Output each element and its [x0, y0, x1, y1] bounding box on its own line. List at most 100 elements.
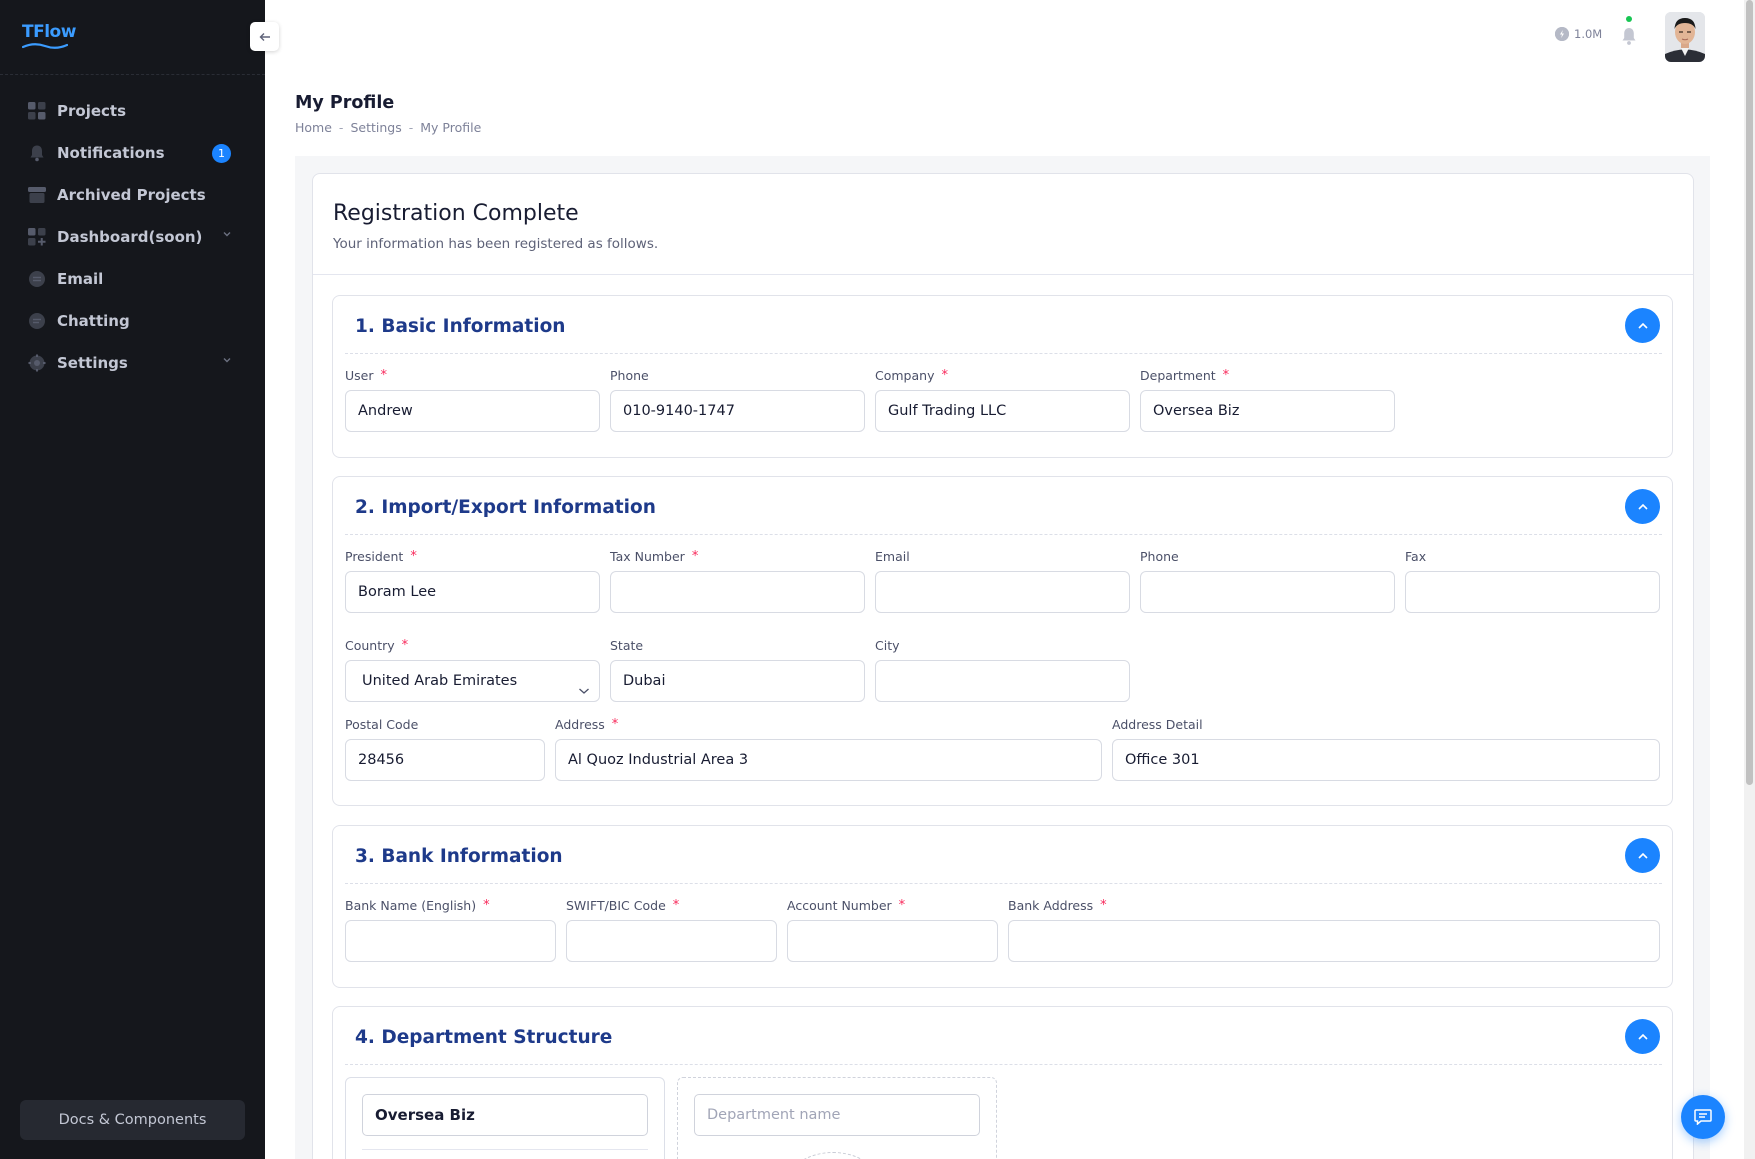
field-account-number: Account Number *: [787, 897, 998, 962]
required-marker: *: [672, 897, 680, 913]
sidebar-item-label: Projects: [57, 102, 127, 120]
sidebar-nav: Projects Notifications 1 Archived Projec…: [0, 90, 265, 384]
sidebar-item-chatting[interactable]: Chatting: [0, 300, 265, 342]
required-marker: *: [1222, 367, 1230, 383]
section-divider: [345, 353, 1662, 354]
add-department-circle[interactable]: [788, 1152, 878, 1159]
sidebar-item-label: Dashboard(soon): [57, 228, 203, 246]
section-title: 3. Bank Information: [355, 846, 563, 867]
chat-icon: [28, 312, 46, 330]
fax-input[interactable]: [1405, 571, 1660, 613]
new-department-name-input[interactable]: Department name: [694, 1094, 980, 1136]
required-marker: *: [380, 367, 388, 383]
sidebar-item-email[interactable]: Email: [0, 258, 265, 300]
sidebar-item-projects[interactable]: Projects: [0, 90, 265, 132]
chevron-down-icon: [222, 229, 232, 239]
sidebar-item-archived-projects[interactable]: Archived Projects: [0, 174, 265, 216]
ie-phone-input[interactable]: [1140, 571, 1395, 613]
header-bell-icon[interactable]: [1620, 26, 1638, 46]
required-marker: *: [691, 548, 699, 564]
chevron-up-icon: [1637, 1033, 1648, 1040]
required-marker: *: [941, 367, 948, 383]
department-input[interactable]: Oversea Biz: [1140, 390, 1395, 432]
required-marker: *: [410, 548, 417, 564]
field-label: Company: [875, 367, 935, 383]
tax-number-input[interactable]: [610, 571, 865, 613]
section-title: 2. Import/Export Information: [355, 497, 656, 518]
postal-code-input[interactable]: 28456: [345, 739, 545, 781]
sidebar-collapse-button[interactable]: [250, 22, 279, 51]
field-label: Phone: [610, 367, 649, 383]
swift-code-input[interactable]: [566, 920, 777, 962]
field-bank-address: Bank Address *: [1008, 897, 1660, 962]
account-number-input[interactable]: [787, 920, 998, 962]
notification-count-badge: 1: [212, 144, 231, 163]
field-address-detail: Address Detail Office 301: [1112, 716, 1660, 781]
phone-input[interactable]: 010-9140-1747: [610, 390, 865, 432]
president-input[interactable]: Boram Lee: [345, 571, 600, 613]
sidebar-item-settings[interactable]: Settings: [0, 342, 265, 384]
field-swift-code: SWIFT/BIC Code *: [566, 897, 777, 962]
arrow-left-icon: [259, 32, 270, 41]
card-subtitle: Your information has been registered as …: [333, 236, 659, 252]
state-input[interactable]: Dubai: [610, 660, 865, 702]
breadcrumb-settings[interactable]: Settings: [350, 120, 401, 135]
sidebar-item-dashboard[interactable]: Dashboard(soon): [0, 216, 265, 258]
breadcrumb-current: My Profile: [420, 120, 482, 135]
address-detail-input[interactable]: Office 301: [1112, 739, 1660, 781]
bank-name-input[interactable]: [345, 920, 556, 962]
collapse-section-button[interactable]: [1625, 1019, 1660, 1054]
required-marker: *: [611, 716, 619, 732]
bell-icon: [28, 144, 46, 162]
field-tax-number: Tax Number *: [610, 548, 865, 613]
collapse-section-button[interactable]: [1625, 838, 1660, 873]
chat-fab-button[interactable]: [1681, 1095, 1725, 1139]
section-divider: [345, 534, 1662, 535]
field-company: Company * Gulf Trading LLC: [875, 367, 1130, 432]
gear-icon: [28, 354, 46, 372]
field-label: Bank Name (English): [345, 897, 477, 913]
collapse-section-button[interactable]: [1625, 308, 1660, 343]
field-label: Address: [555, 716, 605, 732]
department-node-divider: [362, 1149, 648, 1150]
page-title: My Profile: [295, 93, 395, 113]
avatar[interactable]: [1665, 12, 1705, 62]
address-input[interactable]: Al Quoz Industrial Area 3: [555, 739, 1102, 781]
breadcrumb-separator: -: [338, 120, 344, 135]
field-label: Department: [1140, 367, 1216, 383]
bank-address-input[interactable]: [1008, 920, 1660, 962]
field-president: President * Boram Lee: [345, 548, 600, 613]
section-divider: [345, 883, 1662, 884]
field-label: SWIFT/BIC Code: [566, 897, 666, 913]
collapse-section-button[interactable]: [1625, 489, 1660, 524]
field-department: Department * Oversea Biz: [1140, 367, 1395, 432]
field-label: User: [345, 367, 374, 383]
docs-components-button[interactable]: Docs & Components: [20, 1100, 245, 1140]
company-input[interactable]: Gulf Trading LLC: [875, 390, 1130, 432]
logo-text: TFlow: [22, 22, 76, 42]
app-logo[interactable]: TFlow: [22, 22, 82, 50]
breadcrumb-home[interactable]: Home: [295, 120, 332, 135]
field-phone: Phone 010-9140-1747: [610, 367, 865, 432]
user-input[interactable]: Andrew: [345, 390, 600, 432]
department-node-name-input[interactable]: Oversea Biz: [362, 1094, 648, 1136]
page-scrollbar[interactable]: [1744, 0, 1755, 1159]
dashboard-icon: [28, 228, 46, 246]
field-label: Fax: [1405, 548, 1427, 564]
field-label: State: [610, 637, 644, 653]
field-state: State Dubai: [610, 637, 865, 702]
credit-balance[interactable]: 1.0M: [1555, 27, 1602, 41]
section-title: 1. Basic Information: [355, 316, 566, 337]
field-postal-code: Postal Code 28456: [345, 716, 545, 781]
card-divider: [313, 274, 1693, 275]
credit-amount: 1.0M: [1574, 27, 1603, 41]
field-label: Tax Number: [610, 548, 685, 564]
email-input[interactable]: [875, 571, 1130, 613]
country-select[interactable]: United Arab Emirates: [345, 660, 600, 702]
archive-icon: [28, 186, 46, 204]
scrollbar-thumb[interactable]: [1746, 0, 1753, 785]
field-label: Bank Address: [1008, 897, 1094, 913]
sidebar-item-notifications[interactable]: Notifications 1: [0, 132, 265, 174]
city-input[interactable]: [875, 660, 1130, 702]
chevron-down-icon: [222, 355, 232, 365]
